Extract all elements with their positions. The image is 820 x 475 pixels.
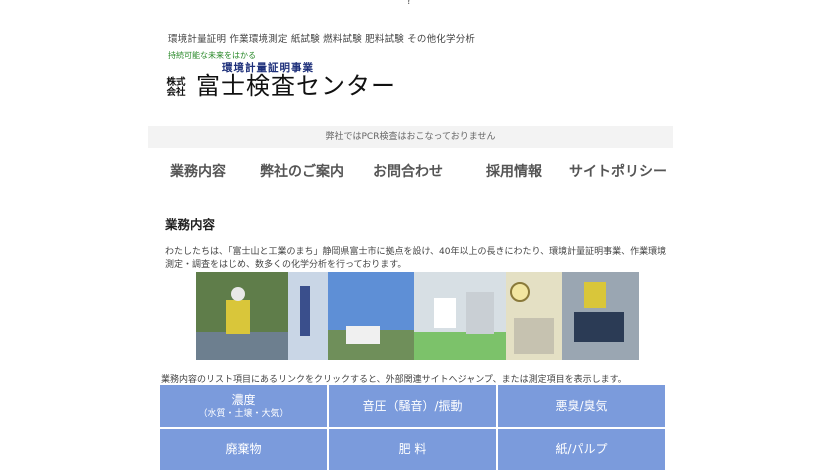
nav-item-contact[interactable]: お問合わせ	[373, 158, 443, 186]
service-fertilizer[interactable]: 肥 料	[329, 429, 496, 470]
service-waste-label: 廃棄物	[225, 442, 262, 456]
nav-item-company[interactable]: 弊社のご案内	[260, 158, 344, 186]
service-odor[interactable]: 悪臭/臭気	[498, 385, 665, 427]
service-odor-label: 悪臭/臭気	[555, 398, 608, 413]
intro-text: わたしたちは、「富士山と工業のまち」静岡県富士市に拠点を設け、40年以上の長きに…	[165, 247, 667, 270]
nav-item-recruit[interactable]: 採用情報	[486, 158, 542, 186]
logo-kaisha-bottom: 会社	[166, 87, 186, 98]
top-question-mark: ?	[406, 0, 412, 7]
nav-item-services[interactable]: 業務内容	[170, 158, 226, 186]
photo-collage-image	[196, 272, 639, 360]
service-concentration-sub: （水質・土壌・大気）	[198, 408, 289, 419]
header-tagline: 環境計量証明 作業環境測定 紙試験 燃料試験 肥料試験 その他化学分析	[168, 34, 476, 45]
work-photo-collage	[196, 272, 639, 360]
service-waste[interactable]: 廃棄物	[160, 429, 327, 470]
service-paper-pulp[interactable]: 紙/パルプ	[498, 429, 665, 470]
section-title: 業務内容	[165, 217, 216, 232]
service-concentration[interactable]: 濃度 （水質・土壌・大気）	[160, 385, 327, 427]
service-fertilizer-label: 肥 料	[398, 442, 427, 456]
logo-kaisha-mark: 株式 会社	[166, 78, 186, 98]
nav-item-site-policy[interactable]: サイトポリシー	[569, 158, 667, 186]
service-noise-vibration[interactable]: 音圧（騒音）/振動	[329, 385, 496, 427]
service-noise-vibration-label: 音圧（騒音）/振動	[362, 398, 463, 413]
pcr-notice-bar: 弊社ではPCR検査はおこなっておりません	[148, 126, 673, 148]
company-logo[interactable]: 持続可能な未来をはかる 環境計量証明事業 株式 会社 富士検査センター	[160, 50, 410, 102]
service-paper-pulp-label: 紙/パルプ	[555, 442, 608, 456]
main-nav: 業務内容 弊社のご案内 お問合わせ 採用情報 サイトポリシー	[148, 158, 673, 186]
services-hint-text: 業務内容のリスト項目にあるリンクをクリックすると、外部関連サイトへジャンプ、また…	[161, 375, 627, 385]
logo-company-name: 富士検査センター	[196, 72, 396, 100]
service-concentration-label: 濃度	[231, 392, 256, 407]
services-grid: 濃度 （水質・土壌・大気） 音圧（騒音）/振動 悪臭/臭気 廃棄物 肥 料 紙/…	[160, 385, 665, 475]
